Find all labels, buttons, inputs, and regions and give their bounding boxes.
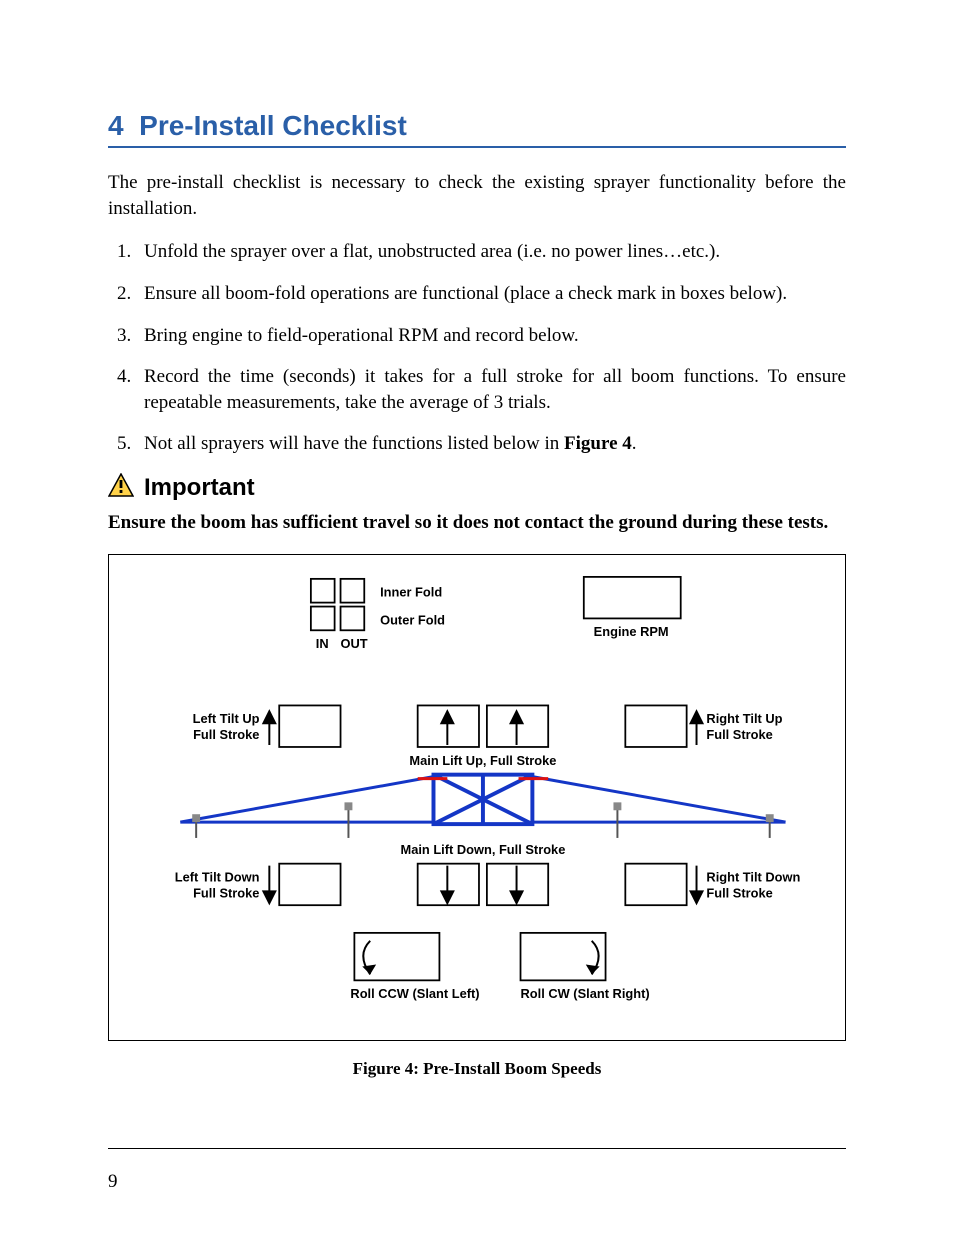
- step-2: Ensure all boom-fold operations are func…: [136, 281, 846, 307]
- label-engine-rpm: Engine RPM: [594, 624, 669, 639]
- checklist-steps: Unfold the sprayer over a flat, unobstru…: [108, 239, 846, 457]
- label-in: IN: [316, 636, 329, 651]
- engine-rpm-box: Engine RPM: [584, 577, 681, 639]
- roll-row: Roll CCW (Slant Left) Roll CW (Slant Rig…: [350, 933, 649, 1001]
- label-outer-fold: Outer Fold: [380, 612, 445, 627]
- heading-underline: [108, 146, 846, 148]
- step-3: Bring engine to field-operational RPM an…: [136, 323, 846, 349]
- important-label: Important: [144, 474, 255, 502]
- lower-row: Left Tilt Down Full Stroke Right Tilt Do…: [175, 864, 801, 906]
- label-right-tilt-down: Right Tilt Down: [706, 870, 800, 885]
- step-1: Unfold the sprayer over a flat, unobstru…: [136, 239, 846, 265]
- page-number: 9: [108, 1171, 118, 1193]
- label-out: OUT: [341, 636, 368, 651]
- upper-row: Left Tilt Up Full Stroke Right Tilt Up F…: [193, 706, 783, 768]
- intro-paragraph: The pre-install checklist is necessary t…: [108, 170, 846, 221]
- warning-icon: [108, 473, 134, 502]
- step-5-text: Not all sprayers will have the functions…: [144, 433, 564, 454]
- label-left-tilt-down: Left Tilt Down: [175, 870, 260, 885]
- section-heading: 4 Pre-Install Checklist: [108, 110, 846, 142]
- step-5-tail: .: [632, 433, 637, 454]
- step-5: Not all sprayers will have the functions…: [136, 431, 846, 457]
- label-main-lift-down: Main Lift Down, Full Stroke: [401, 842, 566, 857]
- label-right-tilt-up: Right Tilt Up: [706, 711, 782, 726]
- section-title-text: Pre-Install Checklist: [139, 110, 407, 141]
- section-number: 4: [108, 110, 124, 141]
- step-4: Record the time (seconds) it takes for a…: [136, 364, 846, 415]
- warning-text: Ensure the boom has sufficient travel so…: [108, 512, 846, 534]
- label-inner-fold: Inner Fold: [380, 585, 442, 600]
- footer-rule: [108, 1148, 846, 1149]
- important-callout: Important: [108, 473, 846, 502]
- boom-schematic: [180, 775, 785, 838]
- label-right-full-stroke-down: Full Stroke: [706, 885, 772, 900]
- label-main-lift-up: Main Lift Up, Full Stroke: [409, 753, 556, 768]
- figure-reference: Figure 4: [564, 433, 632, 454]
- label-left-full-stroke-down: Full Stroke: [193, 885, 259, 900]
- figure-4-svg: Inner Fold Outer Fold IN OUT Engine RPM …: [121, 567, 833, 1032]
- label-roll-cw: Roll CW (Slant Right): [521, 986, 650, 1001]
- label-left-full-stroke-up: Full Stroke: [193, 727, 259, 742]
- label-roll-ccw: Roll CCW (Slant Left): [350, 986, 479, 1001]
- fold-checkboxes: Inner Fold Outer Fold IN OUT: [311, 579, 445, 651]
- figure-4-frame: Inner Fold Outer Fold IN OUT Engine RPM …: [108, 554, 846, 1041]
- figure-caption: Figure 4: Pre-Install Boom Speeds: [108, 1059, 846, 1079]
- label-left-tilt-up: Left Tilt Up: [193, 711, 260, 726]
- label-right-full-stroke-up: Full Stroke: [706, 727, 772, 742]
